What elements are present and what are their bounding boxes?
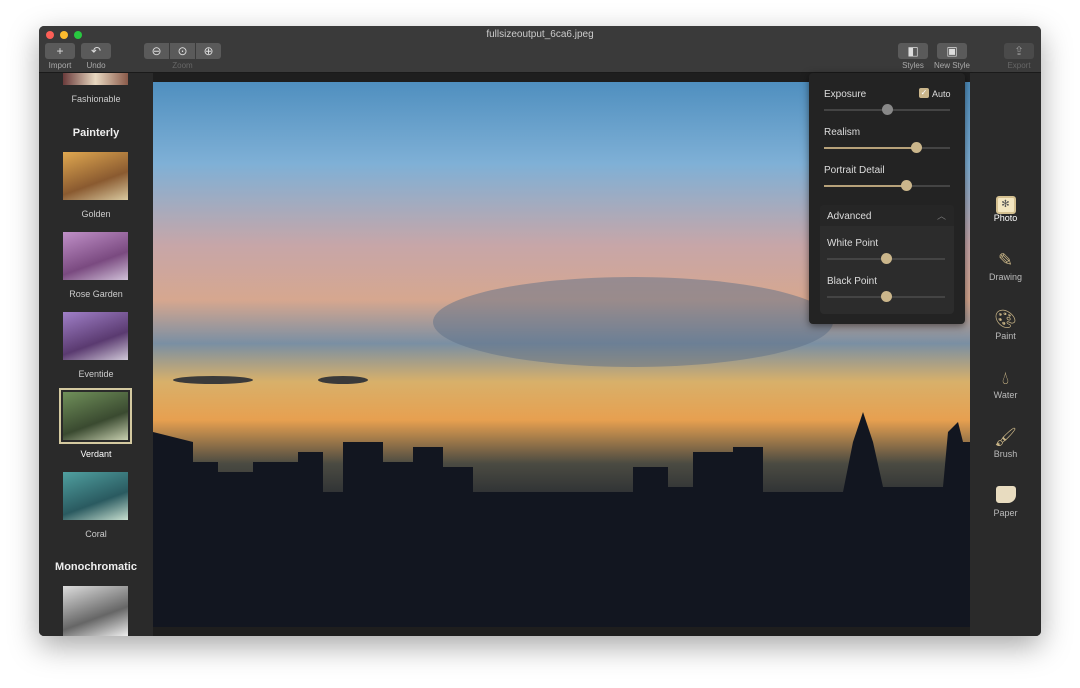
style-thumbnail-eventide[interactable]: [63, 312, 128, 360]
tool-label: Photo: [993, 213, 1018, 223]
portrait-detail-label: Portrait Detail: [824, 165, 885, 176]
slider-knob[interactable]: [881, 253, 892, 264]
tool-photo[interactable]: ✻ Photo: [970, 191, 1041, 223]
drop-icon: 💧︎: [1001, 368, 1010, 388]
style-thumbnail-rose-garden[interactable]: [63, 232, 128, 280]
auto-checkbox[interactable]: ✓: [919, 88, 929, 98]
portrait-detail-slider[interactable]: [824, 180, 950, 191]
style-thumbnail-golden[interactable]: [63, 152, 128, 200]
style-label: Verdant: [80, 449, 112, 459]
style-label: Coral: [85, 529, 107, 539]
import-label: Import: [48, 61, 72, 70]
style-thumbnail-coral[interactable]: [63, 472, 128, 520]
tool-water[interactable]: 💧︎ Water: [970, 368, 1041, 400]
style-label: Fashionable: [71, 94, 121, 104]
new-style-icon: ▣: [946, 44, 958, 58]
style-thumbnail-verdant[interactable]: [59, 388, 132, 444]
slider-fill: [824, 147, 916, 149]
new-style-label: New Style: [933, 61, 970, 70]
slider-knob[interactable]: [881, 291, 892, 302]
import-button[interactable]: +: [45, 43, 75, 59]
zoom-out-icon: ⊖: [151, 44, 162, 58]
exposure-label: Exposure: [824, 89, 867, 100]
style-label: Golden: [81, 209, 111, 219]
style-label: Eventide: [78, 369, 114, 379]
new-style-button[interactable]: ▣: [937, 43, 967, 59]
paper-icon: [970, 486, 1041, 508]
pencil-icon: ✎: [997, 250, 1014, 270]
brush-icon: 🖌︎: [994, 427, 1017, 447]
tool-label: Paper: [993, 508, 1018, 518]
tool-paper[interactable]: Paper: [970, 486, 1041, 518]
style-thumbnail-mono[interactable]: [63, 586, 128, 636]
palette-icon: 🎨︎: [994, 309, 1017, 329]
realism-label: Realism: [824, 127, 861, 138]
styles-label: Styles: [902, 61, 924, 70]
tool-label: Paint: [995, 331, 1016, 341]
plus-icon: +: [56, 44, 64, 58]
white-point-slider[interactable]: [827, 253, 945, 264]
style-thumbnail[interactable]: [63, 73, 128, 85]
section-title: Monochromatic: [55, 561, 137, 573]
tool-label: Brush: [993, 449, 1018, 459]
black-point-slider[interactable]: [827, 291, 945, 302]
slider-knob[interactable]: [900, 180, 912, 191]
black-point-label: Black Point: [827, 276, 878, 287]
zoom-actual-icon: ⊙: [177, 44, 188, 58]
zoom-in-icon: ⊕: [203, 44, 214, 58]
advanced-label: Advanced: [827, 211, 872, 222]
exposure-slider[interactable]: [824, 104, 950, 115]
tool-label: Drawing: [988, 272, 1022, 282]
style-label: Rose Garden: [69, 289, 123, 299]
styles-sidebar: Fashionable Painterly Golden Rose Garden…: [39, 73, 153, 636]
toolbar: fullsizeoutput_6ca6.jpeg + Import ↶ Undo…: [39, 26, 1041, 73]
tool-paint[interactable]: 🎨︎ Paint: [970, 309, 1041, 341]
window-title: fullsizeoutput_6ca6.jpeg: [486, 29, 594, 40]
undo-button[interactable]: ↶: [81, 43, 111, 59]
zoom-actual-button[interactable]: ⊙: [170, 43, 195, 59]
slider-fill: [824, 185, 906, 187]
photo-icon: ✻: [970, 191, 1041, 214]
export-button[interactable]: ⇪: [1004, 43, 1034, 59]
section-title: Painterly: [72, 127, 120, 139]
zoom-out-button[interactable]: ⊖: [144, 43, 169, 59]
undo-icon: ↶: [90, 44, 102, 58]
slider-knob[interactable]: [910, 142, 922, 153]
photo-settings-popover: Exposure ✓ Auto Realism Portrait Detail …: [809, 73, 965, 324]
slider-knob[interactable]: [882, 104, 893, 115]
app-window: fullsizeoutput_6ca6.jpeg + Import ↶ Undo…: [39, 26, 1041, 636]
undo-label: Undo: [86, 61, 106, 70]
chevron-up-icon[interactable]: ︿: [937, 209, 946, 222]
export-label: Export: [1007, 61, 1031, 70]
tools-sidebar: ✻ Photo ✎ Drawing 🎨︎ Paint 💧︎ Water 🖌︎ Brush …: [970, 73, 1041, 636]
styles-button[interactable]: ◧: [898, 43, 928, 59]
tool-drawing[interactable]: ✎ Drawing: [970, 250, 1041, 282]
tool-label: Water: [993, 390, 1018, 400]
tool-brush[interactable]: 🖌︎ Brush: [970, 427, 1041, 459]
auto-label: Auto: [932, 89, 951, 99]
share-icon: ⇪: [1013, 44, 1025, 58]
zoom-in-button[interactable]: ⊕: [196, 43, 221, 59]
zoom-label: Zoom: [172, 61, 193, 70]
realism-slider[interactable]: [824, 142, 950, 153]
white-point-label: White Point: [827, 238, 879, 249]
sidebar-icon: ◧: [907, 44, 919, 58]
advanced-section: Advanced ︿ White Point Black Point: [820, 205, 954, 314]
